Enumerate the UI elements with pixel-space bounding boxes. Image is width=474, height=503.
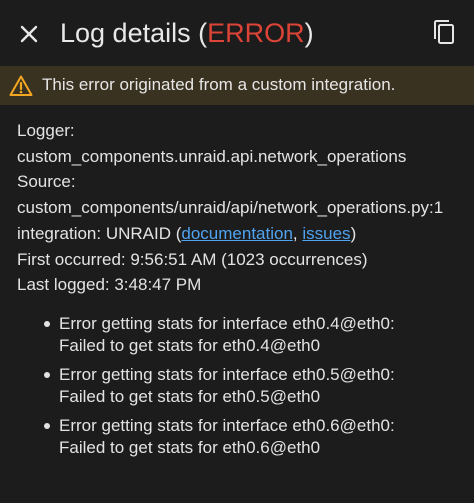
link-separator: ,: [292, 223, 303, 243]
page-title: Log details (ERROR): [60, 15, 314, 51]
integration-line: integration: UNRAID (documentation, issu…: [17, 221, 474, 247]
bullet-icon: [44, 423, 50, 429]
warning-text: This error originated from a custom inte…: [42, 75, 396, 94]
bullet-icon: [44, 321, 50, 327]
list-item: Error getting stats for interface eth0.4…: [0, 313, 474, 356]
bullet-icon: [44, 372, 50, 378]
documentation-link[interactable]: documentation: [181, 224, 293, 243]
error-message: Error getting stats for interface eth0.5…: [59, 365, 395, 384]
custom-integration-warning: This error originated from a custom inte…: [0, 66, 474, 105]
warning-icon: [9, 75, 33, 96]
close-icon: [20, 25, 38, 43]
list-item: Error getting stats for interface eth0.6…: [0, 415, 474, 458]
list-item: Error getting stats for interface eth0.5…: [0, 364, 474, 407]
error-list: Error getting stats for interface eth0.4…: [0, 313, 474, 466]
title-level: ERROR: [207, 18, 305, 48]
error-message: Error getting stats for interface eth0.6…: [59, 416, 395, 435]
issues-link[interactable]: issues: [302, 224, 350, 243]
integration-suffix: ): [350, 223, 357, 243]
title-prefix: Log details (: [60, 18, 208, 48]
title-suffix: ): [304, 18, 314, 48]
error-detail: Failed to get stats for eth0.6@eth0: [59, 437, 321, 457]
source-label: Source:: [17, 172, 76, 192]
error-detail: Failed to get stats for eth0.4@eth0: [59, 335, 321, 355]
log-details: Logger: custom_components.unraid.api.net…: [17, 118, 474, 298]
error-detail: Failed to get stats for eth0.5@eth0: [59, 386, 321, 406]
source-value: custom_components/unraid/api/network_ope…: [17, 198, 444, 218]
logger-label: Logger:: [17, 121, 75, 140]
error-message: Error getting stats for interface eth0.4…: [59, 314, 395, 333]
close-button[interactable]: [14, 19, 44, 49]
copy-button[interactable]: [428, 17, 460, 49]
logger-value: custom_components.unraid.api.network_ope…: [17, 146, 407, 166]
integration-prefix: integration: UNRAID (: [17, 223, 182, 243]
first-occurred: First occurred: 9:56:51 AM (1023 occurre…: [17, 249, 368, 269]
copy-icon: [434, 20, 454, 44]
dialog-header: Log details (ERROR): [0, 0, 474, 66]
last-logged: Last logged: 3:48:47 PM: [17, 275, 202, 295]
